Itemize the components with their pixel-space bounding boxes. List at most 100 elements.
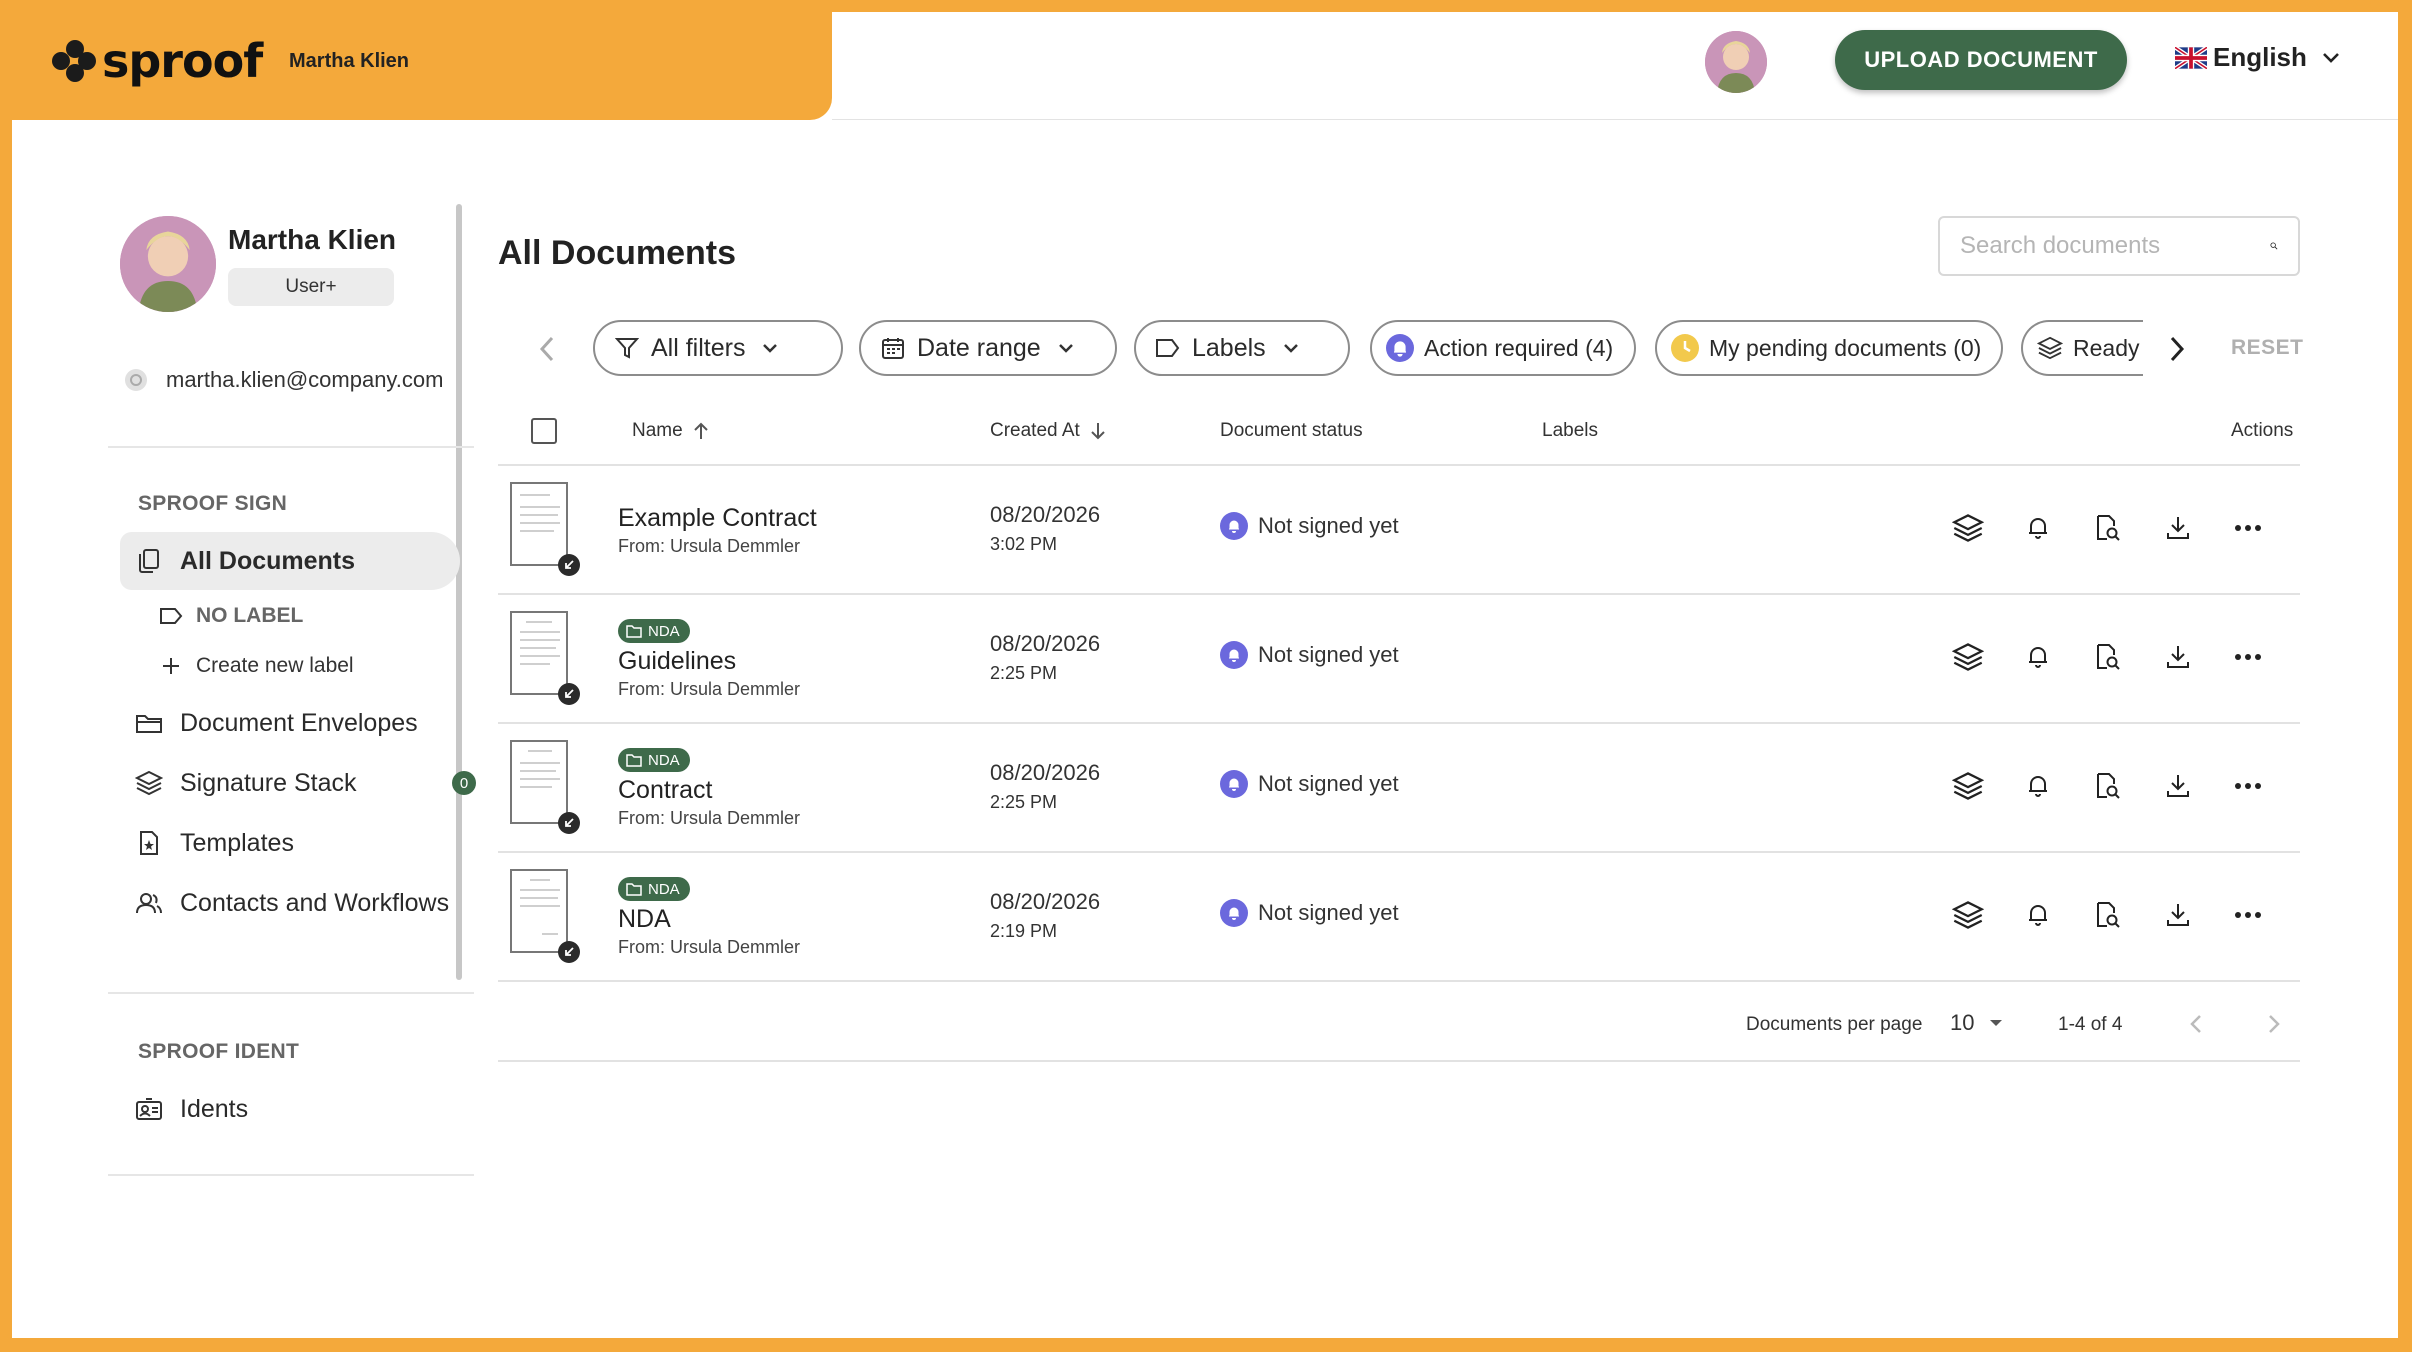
user-avatar[interactable] — [1705, 31, 1767, 93]
sidebar-item-label: Templates — [180, 828, 294, 857]
divider — [108, 446, 474, 448]
sidebar-item-signature-stack[interactable]: Signature Stack 0 — [120, 754, 476, 812]
stack-action-icon[interactable] — [1950, 897, 1986, 933]
document-thumbnail[interactable] — [510, 611, 568, 695]
ready-chip[interactable]: Ready — [2021, 320, 2143, 376]
column-created-at[interactable]: Created At — [990, 420, 1106, 442]
download-icon[interactable] — [2160, 897, 2196, 933]
document-sender: From: Ursula Demmler — [618, 536, 801, 556]
download-icon[interactable] — [2160, 768, 2196, 804]
document-date: 08/20/2026 — [990, 502, 1101, 527]
nda-label-tag[interactable]: NDA — [618, 748, 690, 772]
sidebar-item-idents[interactable]: Idents — [120, 1080, 460, 1138]
stack-action-icon[interactable] — [1950, 639, 1986, 675]
preview-icon[interactable] — [2090, 768, 2126, 804]
caret-down-icon — [1990, 1020, 2003, 1026]
chip-label: Labels — [1192, 333, 1266, 362]
logo-text: sproof — [102, 34, 263, 88]
next-page-button[interactable] — [2260, 1010, 2288, 1038]
folder-icon — [626, 754, 642, 767]
document-name[interactable]: Contract — [618, 776, 712, 805]
sidebar-item-contacts-workflows[interactable]: Contacts and Workflows — [120, 874, 460, 932]
stack-action-icon[interactable] — [1950, 768, 1986, 804]
remind-bell-icon[interactable] — [2020, 510, 2056, 546]
previous-page-button[interactable] — [2182, 1010, 2210, 1038]
document-time: 2:25 PM — [990, 792, 1058, 812]
remind-bell-icon[interactable] — [2020, 768, 2056, 804]
top-bar: UPLOAD DOCUMENT English — [832, 12, 2398, 120]
plus-icon — [158, 653, 184, 679]
select-all-checkbox[interactable] — [531, 418, 557, 444]
column-name[interactable]: Name — [632, 420, 709, 442]
filter-bar: All filters Date range Labels Action req… — [498, 320, 2303, 380]
sidebar-item-all-documents[interactable]: All Documents — [120, 532, 460, 590]
chevron-down-icon — [1058, 344, 1073, 353]
download-icon[interactable] — [2160, 639, 2196, 675]
table-row[interactable]: NDA Guidelines From: Ursula Demmler 08/2… — [498, 595, 2300, 724]
table-header: Name Created At Document status Labels A… — [498, 402, 2300, 466]
document-name[interactable]: NDA — [618, 905, 671, 934]
search-icon[interactable] — [2270, 232, 2278, 260]
status-text: Not signed yet — [1258, 513, 1399, 538]
document-status: Not signed yet — [1220, 770, 1399, 798]
date-range-chip[interactable]: Date range — [859, 320, 1117, 376]
bell-icon — [1220, 512, 1248, 540]
search-input[interactable] — [1960, 232, 2270, 260]
document-name[interactable]: Example Contract — [618, 504, 817, 533]
document-thumbnail[interactable] — [510, 482, 568, 566]
profile-avatar — [120, 216, 216, 312]
remind-bell-icon[interactable] — [2020, 639, 2056, 675]
remind-bell-icon[interactable] — [2020, 897, 2056, 933]
page-title: All Documents — [498, 234, 737, 272]
brand-bar: sproof Martha Klien — [12, 12, 832, 120]
search-box[interactable] — [1938, 216, 2300, 276]
sidebar-item-no-label[interactable]: NO LABEL — [158, 596, 303, 636]
per-page-select[interactable]: 10 — [1950, 1010, 2004, 1036]
stack-icon — [134, 768, 164, 798]
sproof-logo[interactable]: sproof — [52, 34, 263, 88]
filter-scroll-left-button[interactable] — [530, 332, 564, 366]
nda-label-tag[interactable]: NDA — [618, 877, 690, 901]
more-icon[interactable] — [2230, 639, 2266, 675]
document-thumbnail[interactable] — [510, 740, 568, 824]
per-page-label: Documents per page — [1746, 1014, 1923, 1035]
document-name[interactable]: Guidelines — [618, 647, 736, 676]
column-labels: Labels — [1542, 420, 1598, 441]
shared-arrow-icon — [558, 941, 580, 963]
chip-label: Ready — [2073, 334, 2140, 361]
contacts-icon — [134, 888, 164, 918]
language-label: English — [2213, 42, 2307, 72]
document-status: Not signed yet — [1220, 641, 1399, 669]
table-row[interactable]: NDA Contract From: Ursula Demmler 08/20/… — [498, 724, 2300, 853]
document-thumbnail[interactable] — [510, 869, 568, 953]
action-required-chip[interactable]: Action required (4) — [1370, 320, 1636, 376]
sidebar-item-document-envelopes[interactable]: Document Envelopes — [120, 694, 460, 752]
all-filters-chip[interactable]: All filters — [593, 320, 843, 376]
tag-label: NDA — [648, 751, 680, 769]
filter-scroll-right-button[interactable] — [2160, 332, 2194, 366]
preview-icon[interactable] — [2090, 510, 2126, 546]
logo-mark-icon — [52, 38, 98, 84]
sidebar-item-templates[interactable]: Templates — [120, 814, 460, 872]
more-icon[interactable] — [2230, 510, 2266, 546]
download-icon[interactable] — [2160, 510, 2196, 546]
stack-action-icon[interactable] — [1950, 510, 1986, 546]
table-row[interactable]: NDA NDA From: Ursula Demmler 08/20/2026 … — [498, 853, 2300, 982]
my-pending-chip[interactable]: My pending documents (0) — [1655, 320, 2003, 376]
upload-document-button[interactable]: UPLOAD DOCUMENT — [1835, 30, 2127, 90]
preview-icon[interactable] — [2090, 897, 2126, 933]
nda-label-tag[interactable]: NDA — [618, 619, 690, 643]
document-status: Not signed yet — [1220, 899, 1399, 927]
sidebar-item-create-label[interactable]: Create new label — [158, 646, 354, 686]
labels-chip[interactable]: Labels — [1134, 320, 1350, 376]
more-icon[interactable] — [2230, 768, 2266, 804]
reset-button[interactable]: RESET — [2231, 336, 2304, 360]
table-row[interactable]: Example Contract From: Ursula Demmler 08… — [498, 466, 2300, 595]
signature-stack-count-badge: 0 — [452, 771, 476, 795]
language-selector[interactable]: English — [2175, 42, 2341, 73]
calendar-icon — [879, 334, 907, 362]
preview-icon[interactable] — [2090, 639, 2126, 675]
sidebar-item-label: Contacts and Workflows — [180, 888, 450, 917]
chevron-right-icon — [2269, 1015, 2280, 1033]
more-icon[interactable] — [2230, 897, 2266, 933]
